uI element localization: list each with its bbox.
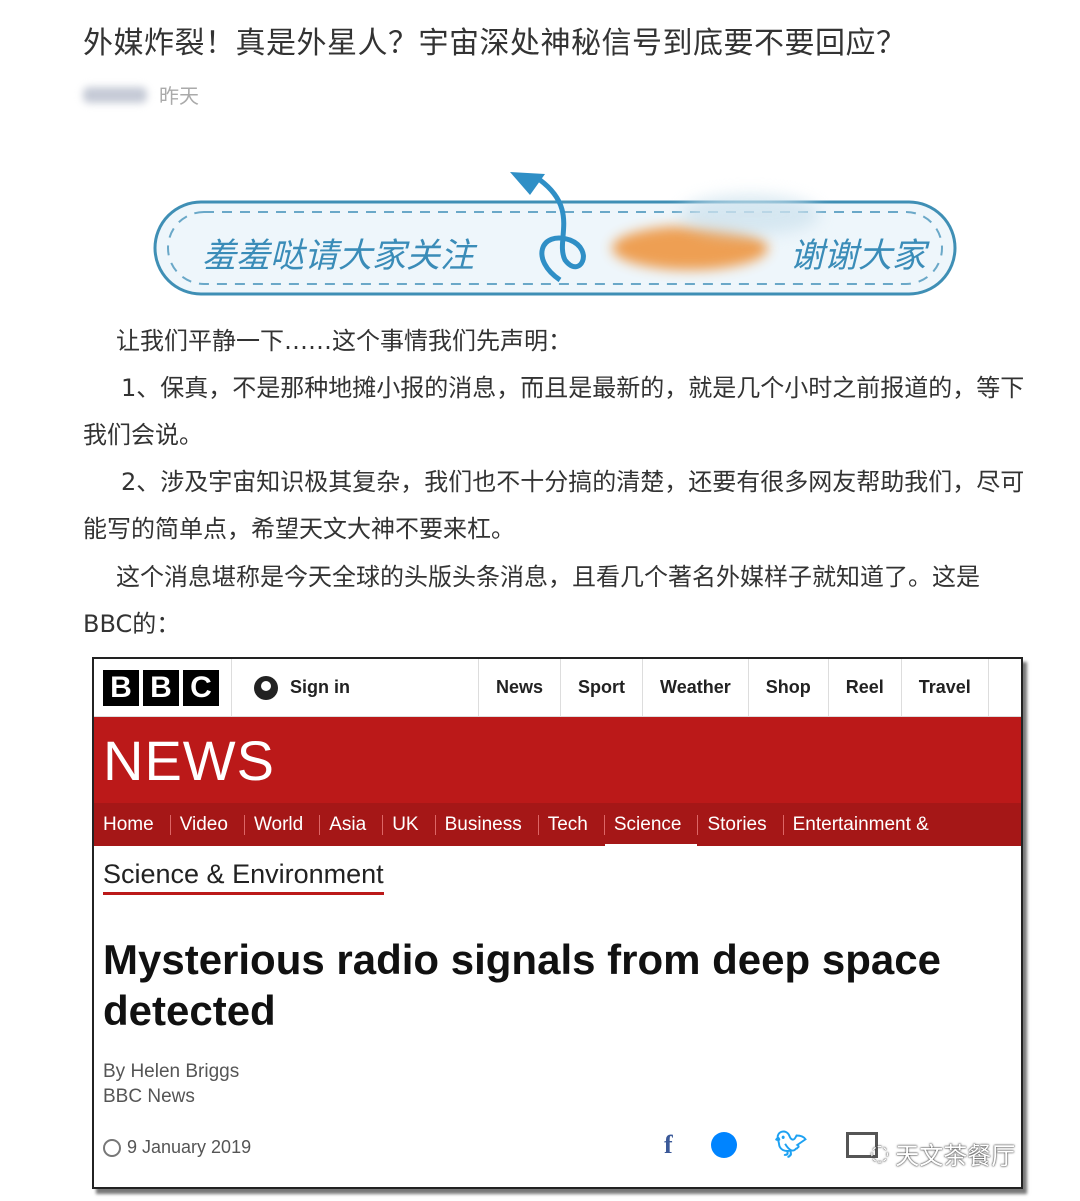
- wechat-icon: ◌: [870, 1141, 890, 1166]
- paragraph: 让我们平静一下……这个事情我们先声明：: [116, 327, 572, 355]
- top-nav-news[interactable]: News: [479, 659, 562, 716]
- messenger-icon[interactable]: [710, 1131, 737, 1158]
- bbc-top-bar: B B C Sign in News Sport Weather Shop Re…: [94, 659, 1021, 717]
- date-text: 9 January 2019: [127, 1137, 252, 1157]
- twitter-icon[interactable]: 🐦︎: [775, 1129, 808, 1160]
- bbc-screenshot: B B C Sign in News Sport Weather Shop Re…: [92, 657, 1023, 1189]
- article-meta: 昨天: [83, 80, 199, 109]
- nav-entertainment[interactable]: Entertainment &: [784, 814, 945, 835]
- nav-uk[interactable]: UK: [383, 814, 436, 835]
- sign-in-label: Sign in: [290, 677, 350, 697]
- top-nav-travel[interactable]: Travel: [902, 659, 989, 716]
- publish-time: 昨天: [159, 84, 199, 108]
- publish-date: 9 January 2019: [103, 1137, 251, 1158]
- nav-home[interactable]: Home: [94, 814, 171, 835]
- logo-letter: B: [103, 669, 139, 706]
- top-nav-weather[interactable]: Weather: [643, 659, 749, 716]
- watermark-text: 天文茶餐厅: [895, 1142, 1016, 1170]
- user-icon: [254, 675, 278, 700]
- clock-icon: [103, 1138, 121, 1157]
- nav-science[interactable]: Science: [604, 814, 699, 848]
- nav-stories[interactable]: Stories: [698, 814, 784, 835]
- sign-in-link[interactable]: Sign in: [232, 659, 479, 716]
- banner-text-2: 谢谢大家: [790, 236, 926, 276]
- author: By Helen Briggs: [103, 1061, 240, 1082]
- share-bar: f 🐦︎: [664, 1129, 878, 1160]
- logo-letter: B: [143, 669, 179, 706]
- nav-world[interactable]: World: [245, 814, 321, 835]
- top-nav-shop[interactable]: Shop: [749, 659, 829, 716]
- paragraph: 1、保真，不是那种地摊小报的消息，而且是最新的，就是几个小时之前报道的，等下我们…: [83, 374, 1025, 449]
- headline: Mysterious radio signals from deep space…: [103, 936, 941, 1034]
- top-nav-sport[interactable]: Sport: [561, 659, 644, 716]
- section-nav: Home Video World Asia UK Business Tech S…: [94, 803, 1021, 848]
- paragraph: 2、涉及宇宙知识极其复杂，我们也不十分搞的清楚，还要有很多网友帮助我们，尽可能写…: [83, 468, 1025, 543]
- paragraph: 这个消息堪称是今天全球的头版头条消息，且看几个著名外媒样子就知道了。这是BBC的…: [83, 563, 980, 638]
- top-nav-reel[interactable]: Reel: [829, 659, 902, 716]
- follow-banner: 羞羞哒请大家关注 谢谢大家: [150, 160, 960, 300]
- outlet: BBC News: [103, 1086, 195, 1107]
- facebook-icon[interactable]: f: [664, 1130, 673, 1160]
- nav-tech[interactable]: Tech: [539, 814, 605, 835]
- news-brand[interactable]: NEWS: [94, 717, 1021, 803]
- top-nav: News Sport Weather Shop Reel Travel: [479, 659, 989, 716]
- byline: By Helen Briggs BBC News: [103, 1059, 239, 1109]
- banner-text: 羞羞哒请大家关注: [202, 236, 474, 276]
- bbc-logo[interactable]: B B C: [94, 659, 232, 716]
- nav-video[interactable]: Video: [171, 814, 245, 835]
- article-title: 外媒炸裂！真是外星人？宇宙深处神秘信号到底要不要回应？: [83, 26, 907, 61]
- author-name-blurred[interactable]: [83, 86, 147, 103]
- section-title[interactable]: Science & Environment: [103, 859, 384, 895]
- nav-asia[interactable]: Asia: [320, 814, 384, 835]
- watermark: ◌ 天文茶餐厅: [870, 1136, 1015, 1171]
- logo-letter: C: [183, 669, 219, 706]
- nav-business[interactable]: Business: [436, 814, 539, 835]
